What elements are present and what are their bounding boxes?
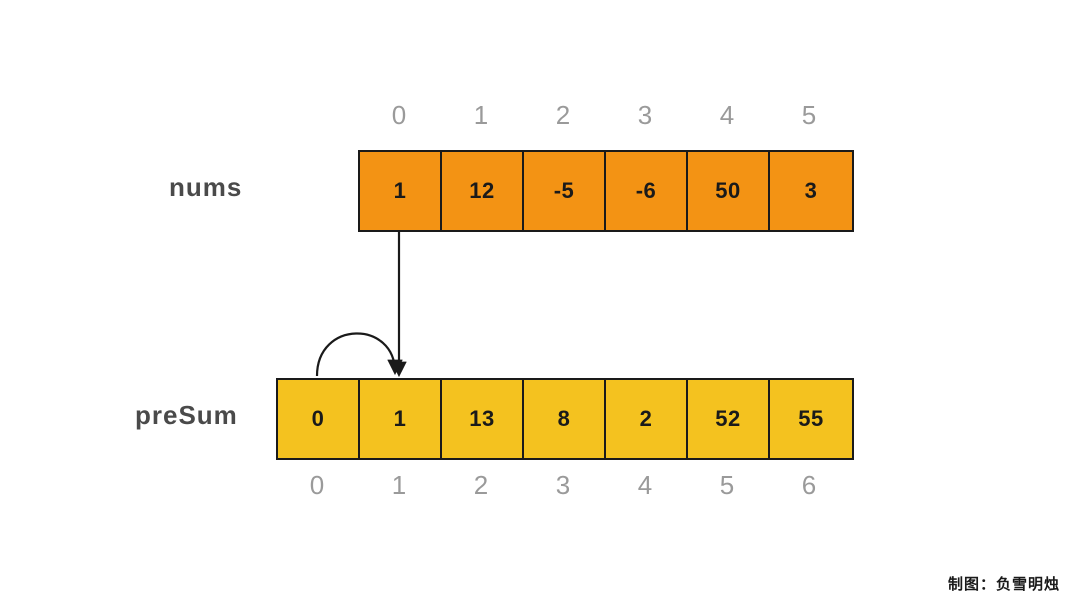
presum-index: 6 xyxy=(768,470,850,501)
nums-label: nums xyxy=(169,172,242,203)
presum-cell: 0 xyxy=(278,380,360,458)
presum-cell: 1 xyxy=(360,380,442,458)
presum-index: 1 xyxy=(358,470,440,501)
nums-index: 3 xyxy=(604,100,686,131)
presum-index: 4 xyxy=(604,470,686,501)
presum-array: 0113825255 xyxy=(276,378,854,460)
presum-index: 0 xyxy=(276,470,358,501)
arrow-arc-presum0-to-presum1 xyxy=(317,333,395,376)
nums-cell: 12 xyxy=(442,152,524,230)
nums-index-row: 012345 xyxy=(358,100,850,131)
presum-index: 3 xyxy=(522,470,604,501)
nums-array: 112-5-6503 xyxy=(358,150,854,232)
presum-cell: 13 xyxy=(442,380,524,458)
presum-cell: 52 xyxy=(688,380,770,458)
nums-index: 5 xyxy=(768,100,850,131)
presum-cell: 2 xyxy=(606,380,688,458)
nums-index: 0 xyxy=(358,100,440,131)
presum-index: 5 xyxy=(686,470,768,501)
nums-index: 4 xyxy=(686,100,768,131)
presum-index: 2 xyxy=(440,470,522,501)
presum-label: preSum xyxy=(135,400,238,431)
nums-cell: -5 xyxy=(524,152,606,230)
presum-index-row: 0123456 xyxy=(276,470,850,501)
nums-index: 2 xyxy=(522,100,604,131)
presum-cell: 8 xyxy=(524,380,606,458)
arrows-overlay xyxy=(0,0,1080,608)
nums-cell: 3 xyxy=(770,152,852,230)
credit-text: 制图：负雪明烛 xyxy=(948,573,1060,594)
nums-index: 1 xyxy=(440,100,522,131)
diagram-canvas: 012345 nums 112-5-6503 preSum 0113825255… xyxy=(0,0,1080,608)
presum-cell: 55 xyxy=(770,380,852,458)
nums-cell: 50 xyxy=(688,152,770,230)
nums-cell: -6 xyxy=(606,152,688,230)
nums-cell: 1 xyxy=(360,152,442,230)
